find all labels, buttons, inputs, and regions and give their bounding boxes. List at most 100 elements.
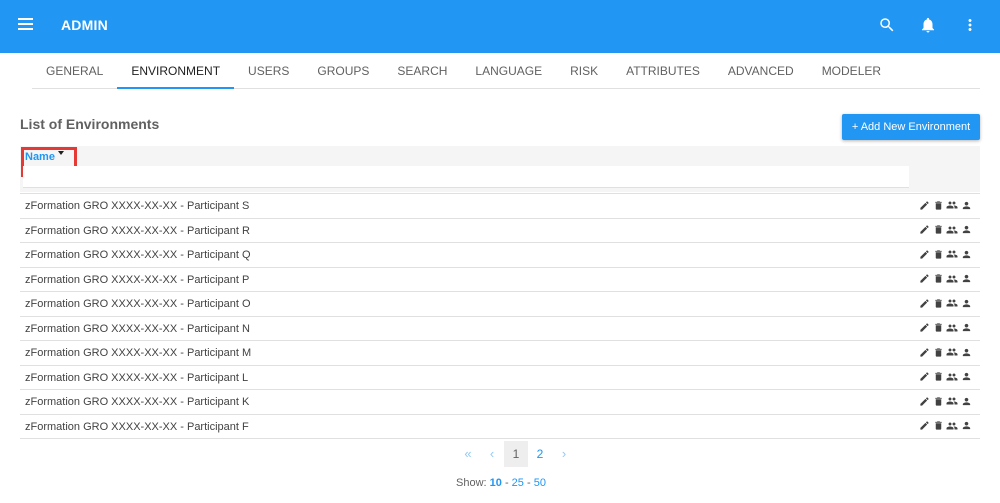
person-icon[interactable] — [960, 273, 972, 285]
delete-icon[interactable] — [932, 420, 944, 432]
row-actions — [918, 420, 972, 432]
table-row[interactable]: zFormation GRO XXXX-XX-XX - Participant … — [20, 415, 980, 439]
tab-language[interactable]: LANGUAGE — [461, 53, 556, 89]
person-icon[interactable] — [960, 395, 972, 407]
group-icon[interactable] — [946, 371, 958, 383]
add-new-environment-button[interactable]: + Add New Environment — [842, 114, 980, 140]
tab-advanced[interactable]: ADVANCED — [714, 53, 808, 89]
app-bar: ADMIN — [0, 0, 1000, 53]
environment-name: zFormation GRO XXXX-XX-XX - Participant … — [25, 273, 250, 286]
first-page-button[interactable]: « — [456, 441, 480, 467]
edit-icon[interactable] — [918, 395, 930, 407]
delete-icon[interactable] — [932, 395, 944, 407]
page-size-50[interactable]: 50 — [534, 477, 546, 489]
tab-general[interactable]: GENERAL — [32, 53, 117, 89]
tab-risk[interactable]: RISK — [556, 53, 612, 89]
edit-icon[interactable] — [918, 224, 930, 236]
row-actions — [918, 322, 972, 334]
menu-icon[interactable] — [18, 18, 33, 30]
prev-page-button[interactable]: ‹ — [480, 441, 504, 467]
group-icon[interactable] — [946, 297, 958, 309]
page-size-selector: Show: 10 - 25 - 50 — [456, 477, 546, 489]
edit-icon[interactable] — [918, 297, 930, 309]
more-vert-icon[interactable] — [959, 14, 981, 36]
tab-bar: GENERAL ENVIRONMENT USERS GROUPS SEARCH LANGU… — [32, 53, 980, 89]
page-1-button[interactable]: 1 — [504, 441, 528, 467]
app-title: ADMIN — [61, 17, 108, 33]
delete-icon[interactable] — [932, 346, 944, 358]
delete-icon[interactable] — [932, 199, 944, 211]
environment-name: zFormation GRO XXXX-XX-XX - Participant … — [25, 249, 251, 261]
name-column-header[interactable]: Name — [21, 147, 77, 177]
person-icon[interactable] — [960, 322, 972, 334]
row-actions — [918, 395, 972, 407]
row-actions — [918, 199, 972, 211]
group-icon[interactable] — [946, 420, 958, 432]
tab-modeler[interactable]: MODELER — [808, 53, 895, 89]
person-icon[interactable] — [960, 371, 972, 383]
row-actions — [918, 273, 972, 285]
delete-icon[interactable] — [932, 322, 944, 334]
table-row[interactable]: zFormation GRO XXXX-XX-XX - Participant … — [20, 292, 980, 317]
group-icon[interactable] — [946, 346, 958, 358]
environment-name: zFormation GRO XXXX-XX-XX - Participant … — [25, 322, 250, 335]
group-icon[interactable] — [946, 199, 958, 211]
group-icon[interactable] — [946, 248, 958, 260]
table-header: Name — [20, 146, 980, 192]
sort-caret-icon — [57, 151, 64, 155]
person-icon[interactable] — [960, 346, 972, 358]
row-actions — [918, 297, 972, 309]
pagination: « ‹ 1 2 › — [456, 441, 576, 467]
tab-groups[interactable]: GROUPS — [303, 53, 383, 89]
edit-icon[interactable] — [918, 371, 930, 383]
delete-icon[interactable] — [932, 273, 944, 285]
notification-bell-icon[interactable] — [917, 14, 939, 36]
person-icon[interactable] — [960, 199, 972, 211]
table-row[interactable]: zFormation GRO XXXX-XX-XX - Participant … — [20, 243, 980, 268]
person-icon[interactable] — [960, 224, 972, 236]
table-row[interactable]: zFormation GRO XXXX-XX-XX - Participant … — [20, 194, 980, 219]
table-row[interactable]: zFormation GRO XXXX-XX-XX - Participant … — [20, 366, 980, 390]
tab-attributes[interactable]: ATTRIBUTES — [612, 53, 714, 89]
edit-icon[interactable] — [918, 420, 930, 432]
delete-icon[interactable] — [932, 224, 944, 236]
environment-name: zFormation GRO XXXX-XX-XX - Participant … — [25, 371, 249, 384]
environment-name: zFormation GRO XXXX-XX-XX - Participant … — [25, 224, 250, 237]
list-title: List of Environments — [20, 116, 160, 132]
search-icon[interactable] — [876, 14, 898, 36]
delete-icon[interactable] — [932, 248, 944, 260]
group-icon[interactable] — [946, 395, 958, 407]
environments-table: Name zFormation GRO XXXX-XX-XX - Partici… — [20, 146, 980, 439]
person-icon[interactable] — [960, 297, 972, 309]
edit-icon[interactable] — [918, 346, 930, 358]
environment-name: zFormation GRO XXXX-XX-XX - Participant … — [25, 396, 250, 408]
tab-environment[interactable]: ENVIRONMENT — [117, 53, 235, 89]
group-icon[interactable] — [946, 273, 958, 285]
table-row[interactable]: zFormation GRO XXXX-XX-XX - Participant … — [20, 268, 980, 292]
table-body: zFormation GRO XXXX-XX-XX - Participant … — [20, 193, 980, 439]
table-row[interactable]: zFormation GRO XXXX-XX-XX - Participant … — [20, 219, 980, 243]
environment-name: zFormation GRO XXXX-XX-XX - Participant … — [25, 298, 251, 310]
page-size-10[interactable]: 10 — [490, 477, 502, 489]
edit-icon[interactable] — [918, 322, 930, 334]
edit-icon[interactable] — [918, 199, 930, 211]
row-actions — [918, 346, 972, 358]
next-page-button[interactable]: › — [552, 441, 576, 467]
page-size-25[interactable]: 25 — [512, 477, 524, 489]
name-filter-input[interactable] — [23, 166, 909, 188]
table-row[interactable]: zFormation GRO XXXX-XX-XX - Participant … — [20, 341, 980, 366]
delete-icon[interactable] — [932, 371, 944, 383]
group-icon[interactable] — [946, 224, 958, 236]
tab-users[interactable]: USERS — [234, 53, 303, 89]
tab-search[interactable]: SEARCH — [383, 53, 461, 89]
edit-icon[interactable] — [918, 273, 930, 285]
table-row[interactable]: zFormation GRO XXXX-XX-XX - Participant … — [20, 390, 980, 415]
table-row[interactable]: zFormation GRO XXXX-XX-XX - Participant … — [20, 317, 980, 341]
delete-icon[interactable] — [932, 297, 944, 309]
environment-name: zFormation GRO XXXX-XX-XX - Participant … — [25, 200, 250, 212]
edit-icon[interactable] — [918, 248, 930, 260]
person-icon[interactable] — [960, 420, 972, 432]
page-2-button[interactable]: 2 — [528, 441, 552, 467]
person-icon[interactable] — [960, 248, 972, 260]
group-icon[interactable] — [946, 322, 958, 334]
